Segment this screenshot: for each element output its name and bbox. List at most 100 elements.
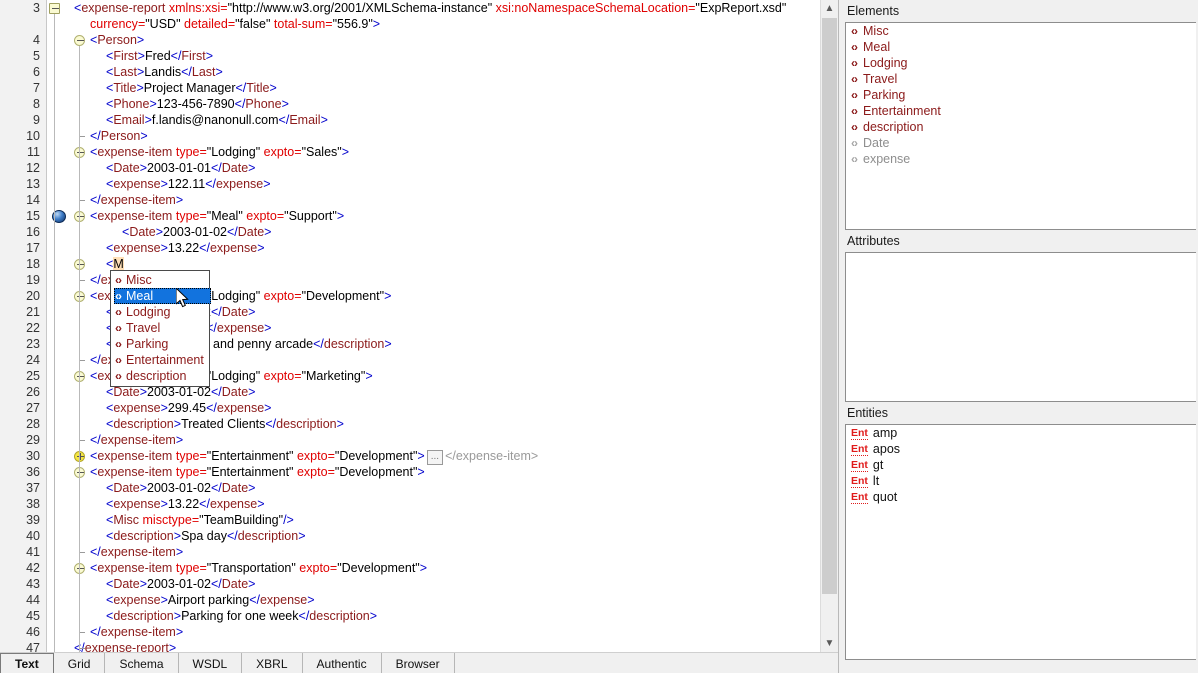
element-entry[interactable]: ‹› Meal	[846, 39, 1196, 55]
code-text[interactable]: <Date>2003-01-02</Date>	[122, 224, 271, 240]
code-text[interactable]: <Date>2003-01-02</Date>	[106, 576, 255, 592]
code-text[interactable]: <Last>Landis</Last>	[106, 64, 223, 80]
code-line[interactable]: 6 <Last>Landis</Last>	[0, 64, 820, 80]
tab-xbrl[interactable]: XBRL	[242, 653, 303, 673]
tab-authentic[interactable]: Authentic	[302, 653, 382, 673]
code-line[interactable]: 41 </expense-item>	[0, 544, 820, 560]
code-text[interactable]: <Date>2003-01-02</Date>	[106, 480, 255, 496]
fold-collapse-icon[interactable]	[74, 35, 85, 46]
tab-wsdl[interactable]: WSDL	[178, 653, 243, 673]
code-text[interactable]: <expense-item type="Entertainment" expto…	[90, 448, 538, 465]
view-tab-bar[interactable]: Text Grid Schema WSDL XBRL Authentic Browser	[0, 652, 838, 673]
entity-entry[interactable]: Ent gt	[846, 457, 1196, 473]
editor-vertical-scrollbar[interactable]: ▲ ▼	[820, 0, 838, 652]
element-entry[interactable]: ‹› description	[846, 119, 1196, 135]
code-line[interactable]: 39 <Misc misctype="TeamBuilding"/>	[0, 512, 820, 528]
code-text[interactable]: <expense-item type="Entertainment" expto…	[90, 464, 425, 480]
elements-list[interactable]: ‹› Misc ‹› Meal ‹› Lodging ‹› Travel ‹› Parking ‹›…	[845, 22, 1196, 230]
code-text[interactable]: </expense-report>	[74, 640, 176, 652]
code-line[interactable]: 46 </expense-item>	[0, 624, 820, 640]
autocomplete-item[interactable]: ‹› Misc	[111, 272, 209, 288]
code-line[interactable]: 44 <expense>Airport parking</expense>	[0, 592, 820, 608]
code-line[interactable]: 36 <expense-item type="Entertainment" exp…	[0, 464, 820, 480]
scrollbar-thumb[interactable]	[822, 18, 837, 594]
code-text[interactable]: <Title>Project Manager</Title>	[106, 80, 277, 96]
code-text[interactable]: <expense-item type="Meal" expto="Support…	[90, 208, 344, 224]
code-text[interactable]: </expense-item>	[90, 432, 183, 448]
element-entry[interactable]: ‹› Parking	[846, 87, 1196, 103]
code-text[interactable]: <description>Parking for one week</descr…	[106, 608, 377, 624]
code-line[interactable]: 40 <description>Spa day</description>	[0, 528, 820, 544]
tab-schema[interactable]: Schema	[105, 653, 179, 673]
code-text[interactable]: </expense-item>	[90, 192, 183, 208]
autocomplete-item[interactable]: ‹› description	[111, 368, 209, 384]
code-text[interactable]: <expense-report xmlns:xsi="http://www.w3…	[74, 0, 786, 16]
code-line[interactable]: 13 <expense>122.11</expense>	[0, 176, 820, 192]
code-line[interactable]: 3 <expense-report xmlns:xsi="http://www.w…	[0, 0, 820, 16]
code-line[interactable]: 7 <Title>Project Manager</Title>	[0, 80, 820, 96]
code-text[interactable]: <expense-item type="Lodging" expto="Sale…	[90, 144, 349, 160]
code-line[interactable]: 37 <Date>2003-01-02</Date>	[0, 480, 820, 496]
scroll-up-icon[interactable]: ▲	[821, 0, 838, 17]
element-entry[interactable]: ‹› Misc	[846, 23, 1196, 39]
code-text[interactable]: <expense>299.45</expense>	[106, 400, 271, 416]
code-line[interactable]: 47 </expense-report>	[0, 640, 820, 652]
autocomplete-item[interactable]: ‹› Parking	[111, 336, 209, 352]
entity-entry[interactable]: Ent quot	[846, 489, 1196, 505]
autocomplete-item[interactable]: ‹› Travel	[111, 320, 209, 336]
code-line[interactable]: 45 <description>Parking for one week</des…	[0, 608, 820, 624]
code-text[interactable]: </expense-item>	[90, 624, 183, 640]
code-text[interactable]: </expense-item>	[90, 544, 183, 560]
code-line[interactable]: 10 </Person>	[0, 128, 820, 144]
element-entry[interactable]: ‹› Lodging	[846, 55, 1196, 71]
code-line[interactable]: 11 <expense-item type="Lodging" expto="Sa…	[0, 144, 820, 160]
code-line[interactable]: 42 <expense-item type="Transportation" ex…	[0, 560, 820, 576]
code-text[interactable]: <expense>Airport parking</expense>	[106, 592, 315, 608]
autocomplete-dropdown[interactable]: ‹› Misc ‹› Meal ‹› Lodging ‹› Travel ‹› Parking ‹›…	[110, 270, 211, 387]
code-text[interactable]: <expense>122.11</expense>	[106, 176, 271, 192]
tab-grid[interactable]: Grid	[53, 653, 106, 673]
fold-collapse-icon[interactable]	[49, 3, 60, 14]
collapsed-content-placeholder[interactable]: ...	[426, 450, 444, 465]
entity-entry[interactable]: Ent lt	[846, 473, 1196, 489]
code-text[interactable]: <Email>f.landis@nanonull.com</Email>	[106, 112, 328, 128]
entity-entry[interactable]: Ent amp	[846, 425, 1196, 441]
code-line[interactable]: 16 <Date>2003-01-02</Date>	[0, 224, 820, 240]
attributes-list[interactable]	[845, 252, 1196, 402]
code-line[interactable]: 12 <Date>2003-01-01</Date>	[0, 160, 820, 176]
code-line[interactable]: 28 <description>Treated Clients</descript…	[0, 416, 820, 432]
code-line[interactable]: 14 </expense-item>	[0, 192, 820, 208]
code-line[interactable]: 43 <Date>2003-01-02</Date>	[0, 576, 820, 592]
code-line[interactable]: 5 <First>Fred</First>	[0, 48, 820, 64]
code-text[interactable]: <description>Treated Clients</descriptio…	[106, 416, 344, 432]
code-line[interactable]: 17 <expense>13.22</expense>	[0, 240, 820, 256]
tab-browser[interactable]: Browser	[381, 653, 455, 673]
autocomplete-item[interactable]: ‹› Lodging	[111, 304, 209, 320]
autocomplete-item[interactable]: ‹› Meal	[114, 288, 211, 304]
code-text[interactable]: <Misc misctype="TeamBuilding"/>	[106, 512, 294, 528]
code-line[interactable]: 4 <Person>	[0, 32, 820, 48]
code-line[interactable]: 38 <expense>13.22</expense>	[0, 496, 820, 512]
code-text[interactable]: <expense>13.22</expense>	[106, 240, 265, 256]
code-line[interactable]: 30 <expense-item type="Entertainment" exp…	[0, 448, 820, 465]
code-text[interactable]: </Person>	[90, 128, 148, 144]
code-line[interactable]: 9 <Email>f.landis@nanonull.com</Email>	[0, 112, 820, 128]
code-text[interactable]: <First>Fred</First>	[106, 48, 213, 64]
code-text[interactable]: currency="USD" detailed="false" total-su…	[90, 16, 380, 32]
code-text[interactable]: <description>Spa day</description>	[106, 528, 306, 544]
code-text[interactable]: <expense>13.22</expense>	[106, 496, 265, 512]
scroll-down-icon[interactable]: ▼	[821, 635, 838, 652]
code-text[interactable]: <Phone>123-456-7890</Phone>	[106, 96, 289, 112]
element-entry[interactable]: ‹› Travel	[846, 71, 1196, 87]
tab-text[interactable]: Text	[0, 653, 54, 673]
code-line[interactable]: currency="USD" detailed="false" total-su…	[0, 16, 820, 32]
code-line[interactable]: 15 <expense-item type="Meal" expto="Suppo…	[0, 208, 820, 224]
entities-list[interactable]: Ent amp Ent apos Ent gt Ent lt Ent quot	[845, 424, 1196, 660]
code-text[interactable]: <Person>	[90, 32, 144, 48]
element-entry[interactable]: ‹› Entertainment	[846, 103, 1196, 119]
code-text[interactable]: <Date>2003-01-01</Date>	[106, 160, 255, 176]
entity-entry[interactable]: Ent apos	[846, 441, 1196, 457]
autocomplete-item[interactable]: ‹› Entertainment	[111, 352, 209, 368]
code-line[interactable]: 29 </expense-item>	[0, 432, 820, 448]
code-text[interactable]: <expense-item type="Transportation" expt…	[90, 560, 427, 576]
